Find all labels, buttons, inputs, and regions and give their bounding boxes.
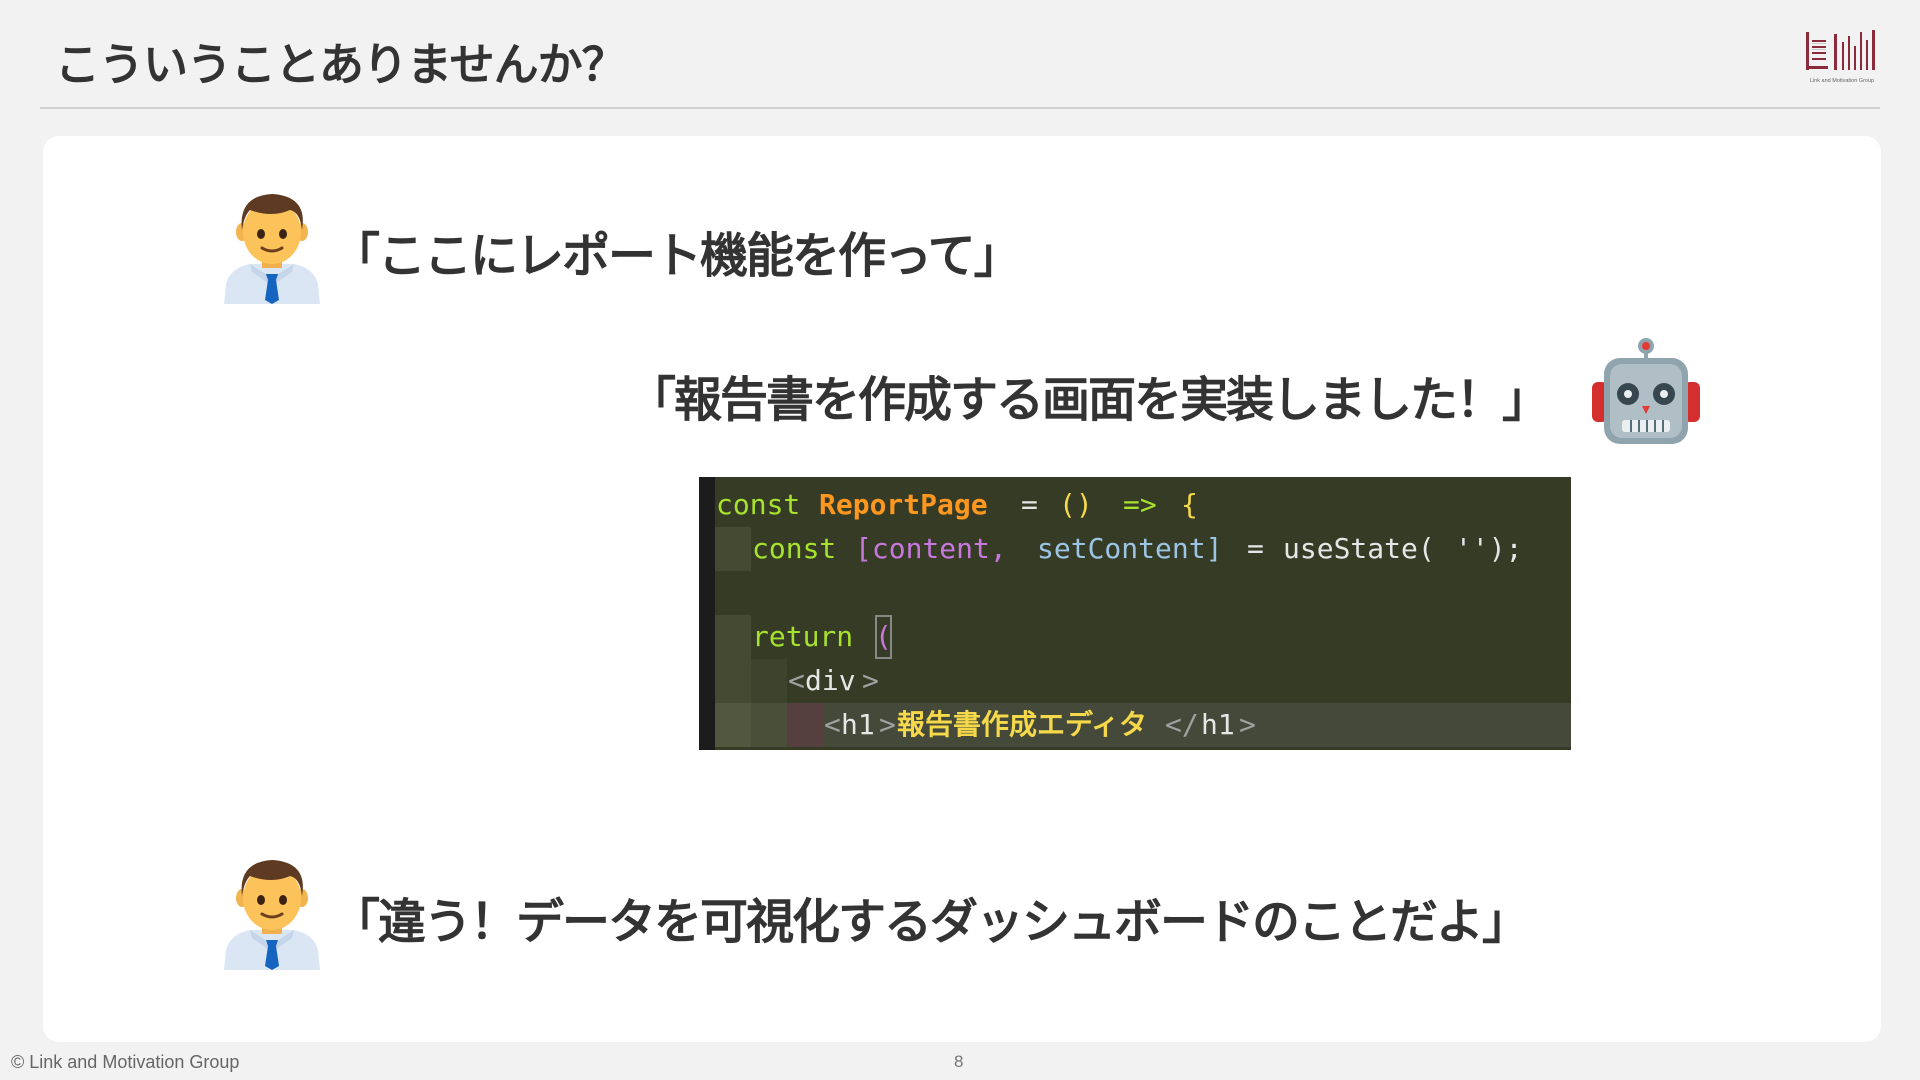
code-line: < h1 > 報告書作成エディタ </ h1 > [715,703,1571,747]
logo-text: Link and Motivation Group [1810,78,1874,84]
speech-user-correction: 「違う！データを可視化するダッシュボードのことだよ」 [332,894,1530,950]
robot-icon [1590,338,1702,450]
company-logo: Link and Motivation Group [1802,26,1882,88]
speech-ai-reply: 「報告書を作成する画面を実装しました！」 [628,372,1550,428]
code-line: return ( [715,615,1571,659]
businessman-icon [220,858,324,970]
logo-mark-icon: Link and Motivation Group [1806,30,1875,84]
code-snippet: const ReportPage = () => { const [conten… [699,477,1571,750]
businessman-icon [220,192,324,304]
code-line: const [content, setContent] = useState( … [715,527,1571,571]
code-line: const ReportPage = () => { [716,488,1198,521]
header-divider [40,107,1880,109]
page-number: 8 [954,1052,964,1071]
speech-user-request: 「ここにレポート機能を作って」 [332,228,1022,284]
slide-title: こういうことありませんか？ [55,38,627,91]
code-line: < div > [715,659,1571,703]
footer-copyright: © Link and Motivation Group [11,1052,240,1072]
